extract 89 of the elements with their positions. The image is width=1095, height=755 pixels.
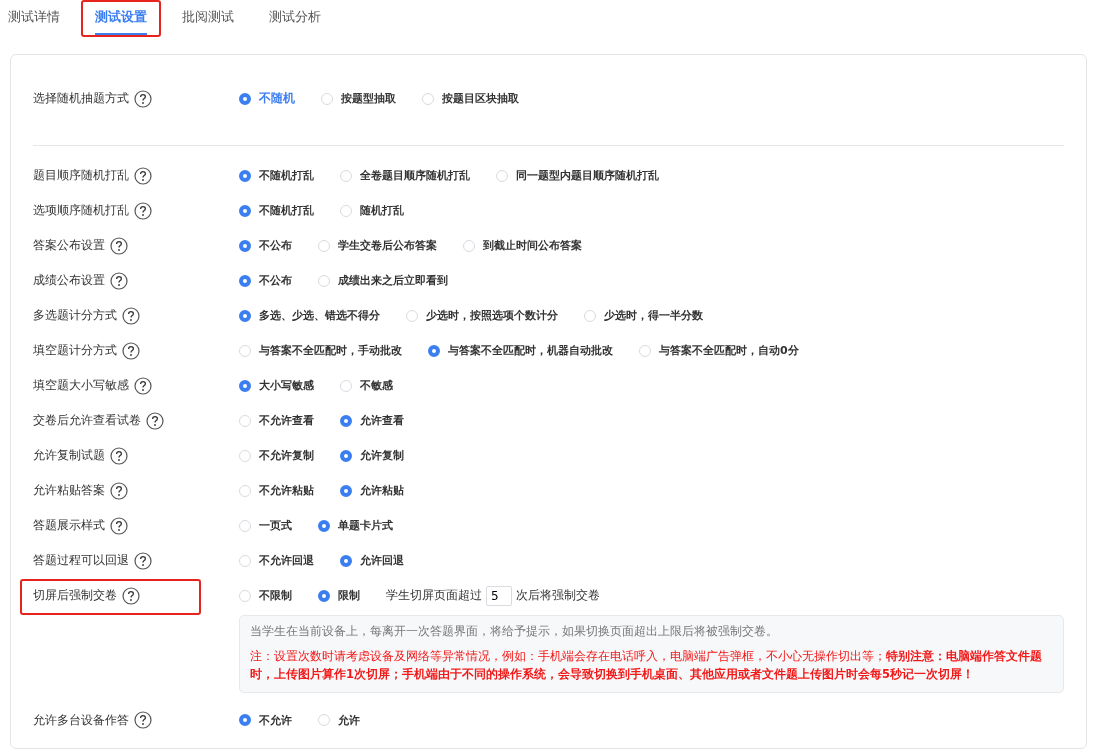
setting-label: 交卷后允许查看试卷 [33, 412, 141, 429]
radio-option[interactable]: 允许回退 [340, 553, 404, 568]
radio-option[interactable]: 不随机 [239, 90, 295, 107]
setting-label: 允许复制试题 [33, 447, 105, 464]
setting-label: 答题过程可以回退 [33, 552, 129, 569]
help-icon[interactable] [134, 551, 152, 570]
radio-button[interactable] [340, 554, 352, 567]
setting-label: 成绩公布设置 [33, 272, 105, 289]
radio-button[interactable] [239, 92, 251, 105]
radio-button[interactable] [239, 274, 251, 287]
radio-option[interactable]: 随机打乱 [340, 203, 404, 218]
radio-button[interactable] [340, 484, 352, 497]
radio-option[interactable]: 不允许查看 [239, 413, 314, 428]
setting-label: 填空题计分方式 [33, 342, 117, 359]
help-icon[interactable] [110, 516, 128, 535]
radio-option[interactable]: 单题卡片式 [318, 518, 393, 533]
help-icon[interactable] [134, 201, 152, 220]
radio-option[interactable]: 按题目区块抽取 [422, 91, 519, 106]
radio-option[interactable]: 不允许复制 [239, 448, 314, 463]
setting-label: 允许粘贴答案 [33, 482, 105, 499]
radio-option[interactable]: 与答案不全匹配时，手动批改 [239, 343, 402, 358]
help-icon[interactable] [110, 271, 128, 290]
radio-button[interactable] [239, 714, 251, 727]
help-icon[interactable] [134, 89, 152, 108]
help-icon[interactable] [122, 341, 140, 360]
help-icon[interactable] [134, 711, 152, 730]
tab[interactable]: 测试设置 [95, 0, 147, 35]
setting-label: 填空题大小写敏感 [33, 377, 129, 394]
radio-option[interactable]: 与答案不全匹配时，自动0分 [639, 343, 799, 358]
radio-button[interactable] [340, 449, 352, 462]
help-icon[interactable] [110, 481, 128, 500]
setting-label: 允许多台设备作答 [33, 711, 129, 729]
radio-option[interactable]: 不允许粘贴 [239, 483, 314, 498]
help-icon[interactable] [110, 236, 128, 255]
radio-button[interactable] [318, 519, 330, 532]
radio-button[interactable] [428, 344, 440, 357]
radio-option[interactable]: 到截止时间公布答案 [463, 238, 582, 253]
radio-option[interactable]: 不允许 [239, 712, 292, 728]
setting-label: 选择随机抽题方式 [33, 90, 129, 107]
radio-option[interactable]: 不允许回退 [239, 553, 314, 568]
radio-option[interactable]: 成绩出来之后立即看到 [318, 273, 448, 288]
radio-option[interactable]: 少选时，按照选项个数计分 [406, 308, 558, 323]
tab[interactable]: 测试分析 [269, 0, 321, 35]
setting-label: 答案公布设置 [33, 237, 105, 254]
note-text: 当学生在当前设备上，每离开一次答题界面，将给予提示，如果切换页面超出上限后将被强制交卷。 [250, 624, 779, 639]
radio-button[interactable] [340, 414, 352, 427]
help-icon[interactable] [122, 306, 140, 325]
warning-text: 注：设置次数时请考虑设备及网络等异常情况，例如：手机端会存在电话呼入，电脑端广告弹框，不小心无操作切出等；特别注意：电脑端作答文件题时，上传图片算作1次切屏；手机端由于不同的操作系统，会导致切换到手机桌面、其他应用或者文件题上传图片时会每5秒记一次切屏！ [250, 648, 1043, 684]
radio-option[interactable]: 全卷题目顺序随机打乱 [340, 168, 470, 183]
radio-button[interactable] [239, 169, 251, 182]
radio-option[interactable]: 不敏感 [340, 378, 393, 393]
count-input-field[interactable]: 5 [486, 585, 512, 606]
radio-button[interactable] [239, 379, 251, 392]
help-icon[interactable] [122, 586, 140, 605]
setting-label: 切屏后强制交卷 [33, 587, 117, 604]
setting-label: 答题展示样式 [33, 517, 105, 534]
radio-option[interactable]: 不随机打乱 [239, 168, 314, 183]
radio-button[interactable] [239, 204, 251, 217]
radio-button[interactable] [318, 589, 330, 602]
help-icon[interactable] [146, 411, 164, 430]
setting-label: 题目顺序随机打乱 [33, 167, 129, 184]
radio-option[interactable]: 不公布 [239, 273, 292, 288]
tab[interactable]: 批阅测试 [182, 0, 234, 35]
setting-label: 选项顺序随机打乱 [33, 202, 129, 219]
radio-option[interactable]: 与答案不全匹配时，机器自动批改 [428, 343, 613, 358]
radio-option[interactable]: 少选时，得一半分数 [584, 308, 703, 323]
radio-option[interactable]: 不限制 [239, 588, 292, 603]
radio-option[interactable]: 按题型抽取 [321, 91, 396, 106]
radio-option[interactable]: 允许粘贴 [340, 483, 404, 498]
radio-option[interactable]: 学生交卷后公布答案 [318, 238, 437, 253]
limit-text: 学生切屏页面超过 [386, 587, 482, 604]
limit-text: 次后将强制交卷 [516, 587, 600, 604]
radio-option[interactable]: 限制 [318, 588, 360, 603]
radio-option[interactable]: 不公布 [239, 238, 292, 253]
help-icon[interactable] [134, 166, 152, 185]
radio-button[interactable] [239, 309, 251, 322]
radio-option[interactable]: 一页式 [239, 518, 292, 533]
help-icon[interactable] [134, 376, 152, 395]
radio-option[interactable]: 允许查看 [340, 413, 404, 428]
radio-option[interactable]: 大小写敏感 [239, 378, 314, 393]
setting-label: 多选题计分方式 [33, 307, 117, 324]
tab[interactable]: 测试详情 [8, 0, 60, 35]
radio-option[interactable]: 允许复制 [340, 448, 404, 463]
radio-option[interactable]: 同一题型内题目顺序随机打乱 [496, 168, 659, 183]
radio-option[interactable]: 多选、少选、错选不得分 [239, 308, 380, 323]
radio-option[interactable]: 允许 [318, 712, 360, 728]
radio-button[interactable] [239, 239, 251, 252]
help-icon[interactable] [110, 446, 128, 465]
radio-option[interactable]: 不随机打乱 [239, 203, 314, 218]
